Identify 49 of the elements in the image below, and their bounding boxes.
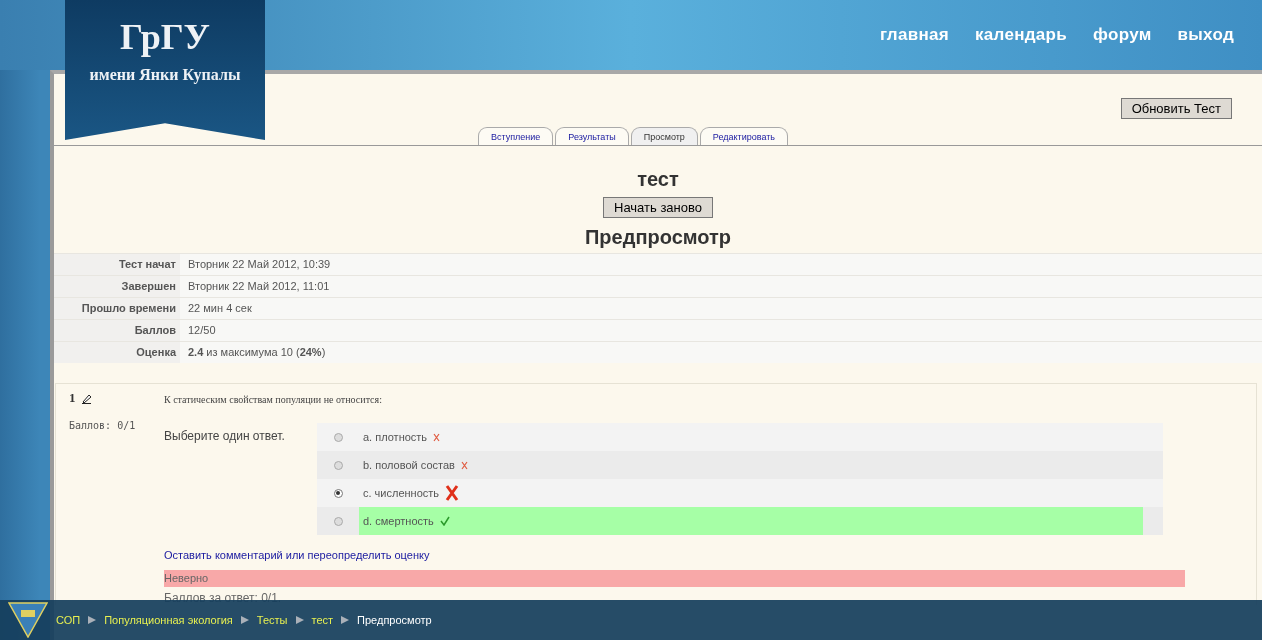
- answer-label: c. численность: [363, 487, 440, 499]
- comment-link[interactable]: Оставить комментарий или переопределить оценку: [164, 549, 430, 561]
- tab[interactable]: Просмотр: [630, 127, 698, 145]
- question-number: 1: [69, 390, 76, 406]
- update-test-button[interactable]: Обновить Тест: [1120, 98, 1232, 119]
- emblem-icon[interactable]: [8, 602, 48, 638]
- breadcrumb-link[interactable]: Популяционная экология: [104, 614, 233, 626]
- quiz-title: тест: [637, 168, 679, 191]
- pencil-icon[interactable]: [80, 392, 92, 404]
- summary-label: Баллов: [54, 319, 180, 341]
- logo-subtitle: имени Янки Купалы: [89, 66, 241, 84]
- radio-button[interactable]: [333, 432, 343, 442]
- triangle-right-icon: [295, 616, 304, 624]
- question-score: Баллов: 0/1: [69, 420, 137, 431]
- tab[interactable]: Вступление: [477, 127, 554, 145]
- question-text: К статическим свойствам популяции не относится:: [164, 394, 383, 405]
- triangle-right-icon: [240, 616, 249, 624]
- feedback-banner: Неверно: [164, 570, 1185, 587]
- summary-value: 2.4 из максимума 10 (24%): [180, 341, 1262, 363]
- summary-label: Оценка: [54, 341, 180, 363]
- tab[interactable]: Редактировать: [699, 127, 788, 145]
- restart-button[interactable]: Начать заново: [603, 197, 713, 218]
- breadcrumb-current: Предпросмотр: [357, 614, 432, 626]
- summary-value: 12/50: [180, 319, 1262, 341]
- summary-value: Вторник 22 Май 2012, 11:01: [180, 275, 1262, 297]
- breadcrumb-link[interactable]: СОП: [56, 614, 81, 626]
- radio-button[interactable]: [333, 516, 343, 526]
- cross-icon: [460, 460, 468, 470]
- summary-label: Прошло времени: [54, 297, 180, 319]
- radio-button[interactable]: [333, 488, 343, 498]
- triangle-right-icon: [341, 616, 350, 624]
- cross-icon: [433, 432, 441, 442]
- breadcrumb-link[interactable]: Тесты: [256, 614, 288, 626]
- triangle-right-icon: [88, 616, 97, 624]
- answer-prompt: Выберите один ответ.: [164, 429, 286, 445]
- summary-value: Вторник 22 Май 2012, 10:39: [180, 253, 1262, 275]
- radio-button[interactable]: [333, 460, 343, 470]
- tab[interactable]: Результаты: [555, 127, 629, 145]
- answer-label: a. плотность: [363, 431, 428, 443]
- answer-label: b. половой состав: [363, 459, 455, 471]
- page-heading: Предпросмотр: [584, 226, 731, 249]
- check-icon: [439, 516, 450, 526]
- cross-icon: [445, 485, 460, 501]
- answer-label: d. смертность: [363, 515, 434, 527]
- summary-label: Тест начат: [54, 253, 180, 275]
- summary-value: 22 мин 4 сек: [180, 297, 1262, 319]
- summary-label: Завершен: [54, 275, 180, 297]
- breadcrumb-link[interactable]: тест: [311, 614, 334, 626]
- logo-title: ГрГУ: [120, 16, 210, 58]
